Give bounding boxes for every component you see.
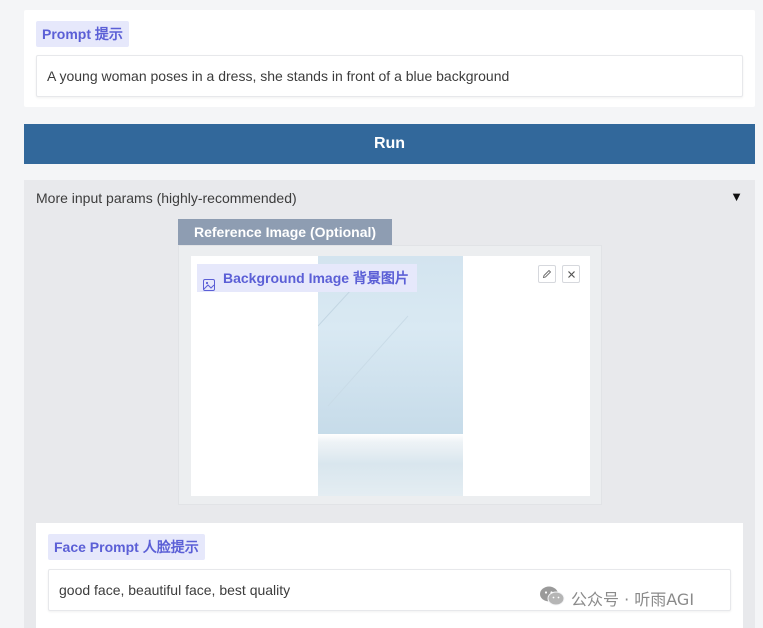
background-image-preview — [318, 256, 463, 496]
prompt-block: Prompt 提示 A young woman poses in a dress… — [24, 10, 755, 107]
close-icon[interactable] — [562, 265, 580, 283]
accordion-title[interactable]: More input params (highly-recommended) — [36, 190, 297, 206]
background-image-label: Background Image 背景图片 — [197, 264, 417, 292]
watermark-text: 公众号 · 听雨AGI — [571, 590, 695, 609]
prompt-label: Prompt 提示 — [36, 21, 129, 47]
watermark: 公众号 · 听雨AGI — [539, 585, 694, 611]
reference-image-panel: Background Image 背景图片 — [178, 245, 602, 505]
floor — [318, 434, 463, 496]
background-image-label-text: Background Image 背景图片 — [223, 270, 409, 286]
face-prompt-block: Face Prompt 人脸提示 good face, beautiful fa… — [36, 523, 743, 628]
image-icon — [203, 272, 215, 291]
face-prompt-label: Face Prompt 人脸提示 — [48, 534, 205, 560]
pencil-icon[interactable] — [538, 265, 556, 283]
more-input-params-accordion: More input params (highly-recommended) ▼… — [24, 180, 755, 628]
image-upload-area[interactable]: Background Image 背景图片 — [191, 256, 590, 496]
prompt-input[interactable]: A young woman poses in a dress, she stan… — [36, 55, 743, 97]
triangle-down-icon[interactable]: ▼ — [730, 189, 743, 204]
reference-image-tab[interactable]: Reference Image (Optional) — [178, 219, 393, 245]
wechat-icon — [539, 585, 565, 611]
run-button[interactable]: Run — [24, 124, 755, 164]
